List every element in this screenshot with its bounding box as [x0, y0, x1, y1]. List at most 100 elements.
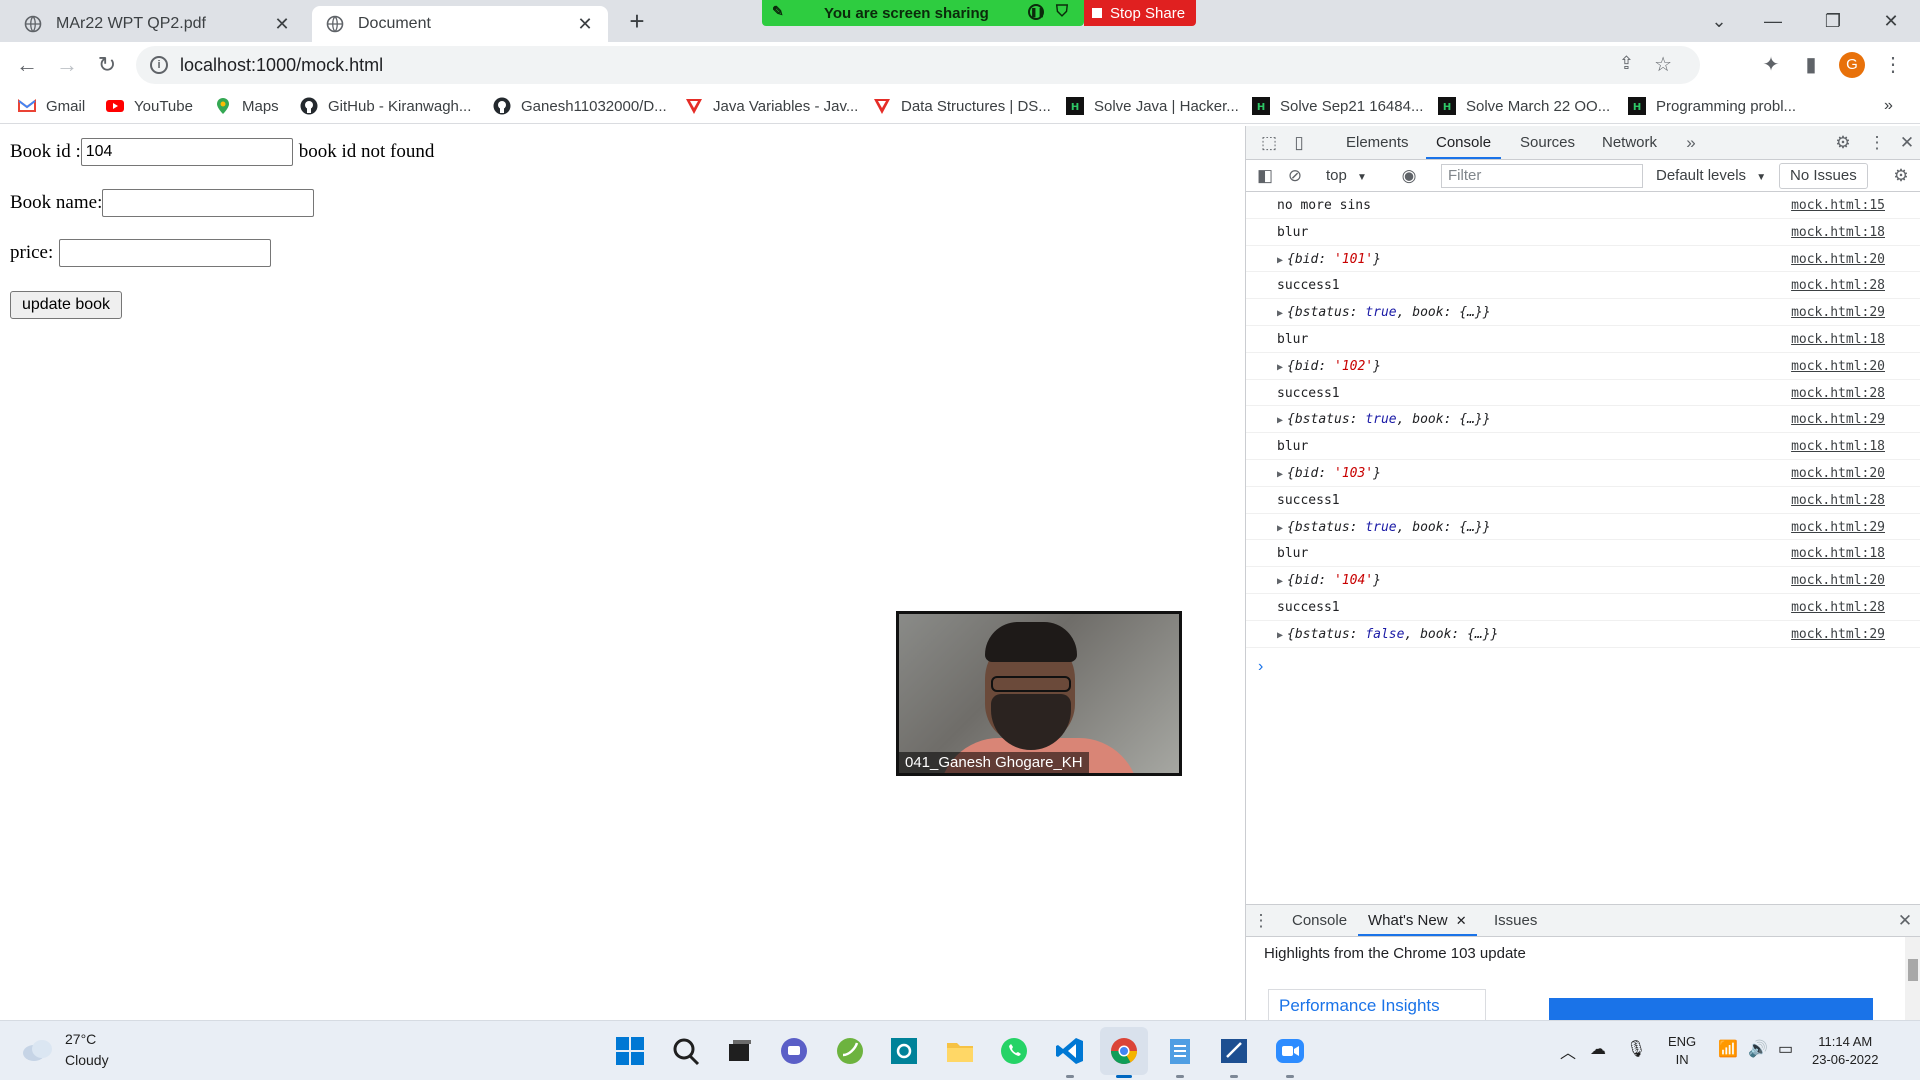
bookmark-maps[interactable]: Maps — [214, 94, 279, 118]
microphone-icon[interactable]: 🎙 — [1626, 1039, 1646, 1059]
pause-icon[interactable]: ❚❚ — [1028, 4, 1045, 20]
reload-icon[interactable]: ↻ — [92, 50, 122, 80]
bookmark-github-ganesh[interactable]: Ganesh11032000/D... — [493, 94, 667, 118]
bookmark-gmail[interactable]: Gmail — [18, 94, 85, 118]
notepad-icon[interactable] — [1164, 1035, 1196, 1067]
console-prompt-icon[interactable]: › — [1258, 658, 1263, 676]
bookmark-java-variables[interactable]: Java Variables - Jav... — [685, 94, 858, 118]
forward-icon[interactable]: → — [52, 50, 82, 80]
expand-arrow-icon[interactable]: ▶ — [1277, 576, 1283, 587]
more-tabs-icon[interactable]: » — [1678, 130, 1704, 156]
chrome-icon[interactable] — [1108, 1035, 1140, 1067]
bookmark-hackerrank-sep21[interactable]: H Solve Sep21 16484... — [1252, 94, 1423, 118]
drawer-tab-issues[interactable]: Issues — [1484, 905, 1547, 936]
video-thumbnail[interactable]: 041_Ganesh Ghogare_KH — [896, 611, 1182, 776]
source-link[interactable]: mock.html:29 — [1791, 305, 1885, 320]
console-object[interactable]: ▶ {bid: '101'} — [1277, 252, 1381, 267]
tab-network[interactable]: Network — [1592, 126, 1667, 159]
expand-arrow-icon[interactable]: ▶ — [1277, 415, 1283, 426]
weather-condition[interactable]: Cloudy — [65, 1052, 109, 1068]
book-name-input[interactable] — [102, 189, 315, 217]
profile-avatar[interactable]: G — [1839, 52, 1865, 78]
source-link[interactable]: mock.html:18 — [1791, 225, 1885, 240]
source-link[interactable]: mock.html:15 — [1791, 198, 1885, 213]
weather-temperature[interactable]: 27°C — [65, 1031, 96, 1047]
book-id-input[interactable] — [80, 138, 293, 166]
close-devtools-icon[interactable]: ✕ — [1894, 130, 1920, 156]
more-bookmarks-icon[interactable]: » — [1884, 94, 1893, 118]
source-link[interactable]: mock.html:18 — [1791, 546, 1885, 561]
source-link[interactable]: mock.html:20 — [1791, 466, 1885, 481]
log-levels-dropdown[interactable]: Default levels ▼ — [1656, 167, 1766, 184]
task-view-icon[interactable] — [724, 1035, 756, 1067]
stop-share-button[interactable]: Stop Share — [1084, 0, 1196, 26]
bookmark-github-kiran[interactable]: GitHub - Kiranwagh... — [300, 94, 471, 118]
close-drawer-tab-icon[interactable]: ✕ — [1456, 913, 1467, 928]
price-input[interactable] — [59, 239, 272, 267]
drawer-tab-console[interactable]: Console — [1282, 905, 1357, 936]
source-link[interactable]: mock.html:20 — [1791, 359, 1885, 374]
console-settings-icon[interactable]: ⚙ — [1888, 163, 1914, 189]
tab-console[interactable]: Console — [1426, 126, 1502, 159]
tab-elements[interactable]: Elements — [1336, 126, 1419, 159]
expand-arrow-icon[interactable]: ▶ — [1277, 469, 1283, 480]
issues-button[interactable]: No Issues — [1779, 163, 1868, 189]
whatsapp-icon[interactable] — [998, 1035, 1030, 1067]
file-explorer-icon[interactable] — [944, 1035, 976, 1067]
source-link[interactable]: mock.html:28 — [1791, 278, 1885, 293]
device-toolbar-icon[interactable]: ▯ — [1286, 130, 1312, 156]
console-object[interactable]: ▶ {bid: '104'} — [1277, 573, 1381, 588]
expand-arrow-icon[interactable]: ▶ — [1277, 630, 1283, 641]
performance-insights-link[interactable]: Performance Insights — [1268, 989, 1486, 1021]
drawer-tab-whats-new[interactable]: What's New ✕ — [1358, 905, 1477, 936]
tab-search-icon[interactable]: ⌄ — [1704, 6, 1734, 36]
bookmark-data-structures[interactable]: Data Structures | DS... — [873, 94, 1051, 118]
tab-sources[interactable]: Sources — [1510, 126, 1585, 159]
source-link[interactable]: mock.html:20 — [1791, 252, 1885, 267]
app-teal-icon[interactable] — [888, 1035, 920, 1067]
console-object[interactable]: ▶ {bid: '103'} — [1277, 466, 1381, 481]
live-expression-eye-icon[interactable]: ◉ — [1396, 163, 1422, 189]
drawer-menu-icon[interactable]: ⋮ — [1248, 908, 1274, 934]
input-language-indicator[interactable]: ENG IN — [1668, 1033, 1696, 1069]
bookmark-hackerrank-java[interactable]: H Solve Java | Hacker... — [1066, 94, 1239, 118]
zoom-icon[interactable] — [1274, 1035, 1306, 1067]
windows-start-icon[interactable] — [614, 1035, 646, 1067]
source-link[interactable]: mock.html:29 — [1791, 520, 1885, 535]
system-clock[interactable]: 11:14 AM 23-06-2022 — [1812, 1033, 1879, 1069]
bookmark-hackerrank-march22[interactable]: H Solve March 22 OO... — [1438, 94, 1610, 118]
onedrive-cloud-icon[interactable]: ☁ — [1590, 1039, 1606, 1059]
console-object[interactable]: ▶ {bid: '102'} — [1277, 359, 1381, 374]
update-book-button[interactable]: update book — [10, 291, 122, 319]
settings-gear-icon[interactable]: ⚙ — [1830, 130, 1856, 156]
source-link[interactable]: mock.html:18 — [1791, 439, 1885, 454]
menu-icon[interactable]: ⋮ — [1880, 52, 1906, 78]
sidebar-toggle-icon[interactable]: ◧ — [1252, 163, 1278, 189]
spring-tool-icon[interactable] — [834, 1035, 866, 1067]
close-tab-icon[interactable]: ✕ — [273, 14, 291, 35]
source-link[interactable]: mock.html:28 — [1791, 386, 1885, 401]
source-link[interactable]: mock.html:18 — [1791, 332, 1885, 347]
drawer-scrollbar[interactable] — [1905, 937, 1920, 1021]
tab-document[interactable]: Document ✕ — [312, 6, 608, 42]
volume-icon[interactable]: 🔊 — [1748, 1039, 1768, 1059]
expand-arrow-icon[interactable]: ▶ — [1277, 362, 1283, 373]
scrollbar-thumb[interactable] — [1908, 959, 1918, 981]
side-panel-icon[interactable]: ▮ — [1798, 52, 1824, 78]
console-object[interactable]: ▶ {bstatus: true, book: {…}} — [1277, 520, 1491, 535]
teams-chat-icon[interactable] — [778, 1035, 810, 1067]
wifi-icon[interactable]: 📶 — [1718, 1039, 1738, 1059]
site-info-icon[interactable]: i — [150, 56, 168, 74]
source-link[interactable]: mock.html:28 — [1791, 493, 1885, 508]
extensions-icon[interactable]: ✦ — [1758, 52, 1784, 78]
source-link[interactable]: mock.html:28 — [1791, 600, 1885, 615]
expand-arrow-icon[interactable]: ▶ — [1277, 308, 1283, 319]
close-drawer-icon[interactable]: ✕ — [1892, 908, 1918, 934]
new-tab-button[interactable]: + — [624, 6, 650, 36]
back-icon[interactable]: ← — [12, 50, 42, 80]
bookmark-youtube[interactable]: YouTube — [106, 94, 193, 118]
search-icon[interactable] — [670, 1035, 702, 1067]
devtools-menu-icon[interactable]: ⋮ — [1864, 130, 1890, 156]
cloudy-weather-icon[interactable] — [20, 1037, 56, 1063]
console-object[interactable]: ▶ {bstatus: false, book: {…}} — [1277, 627, 1498, 642]
